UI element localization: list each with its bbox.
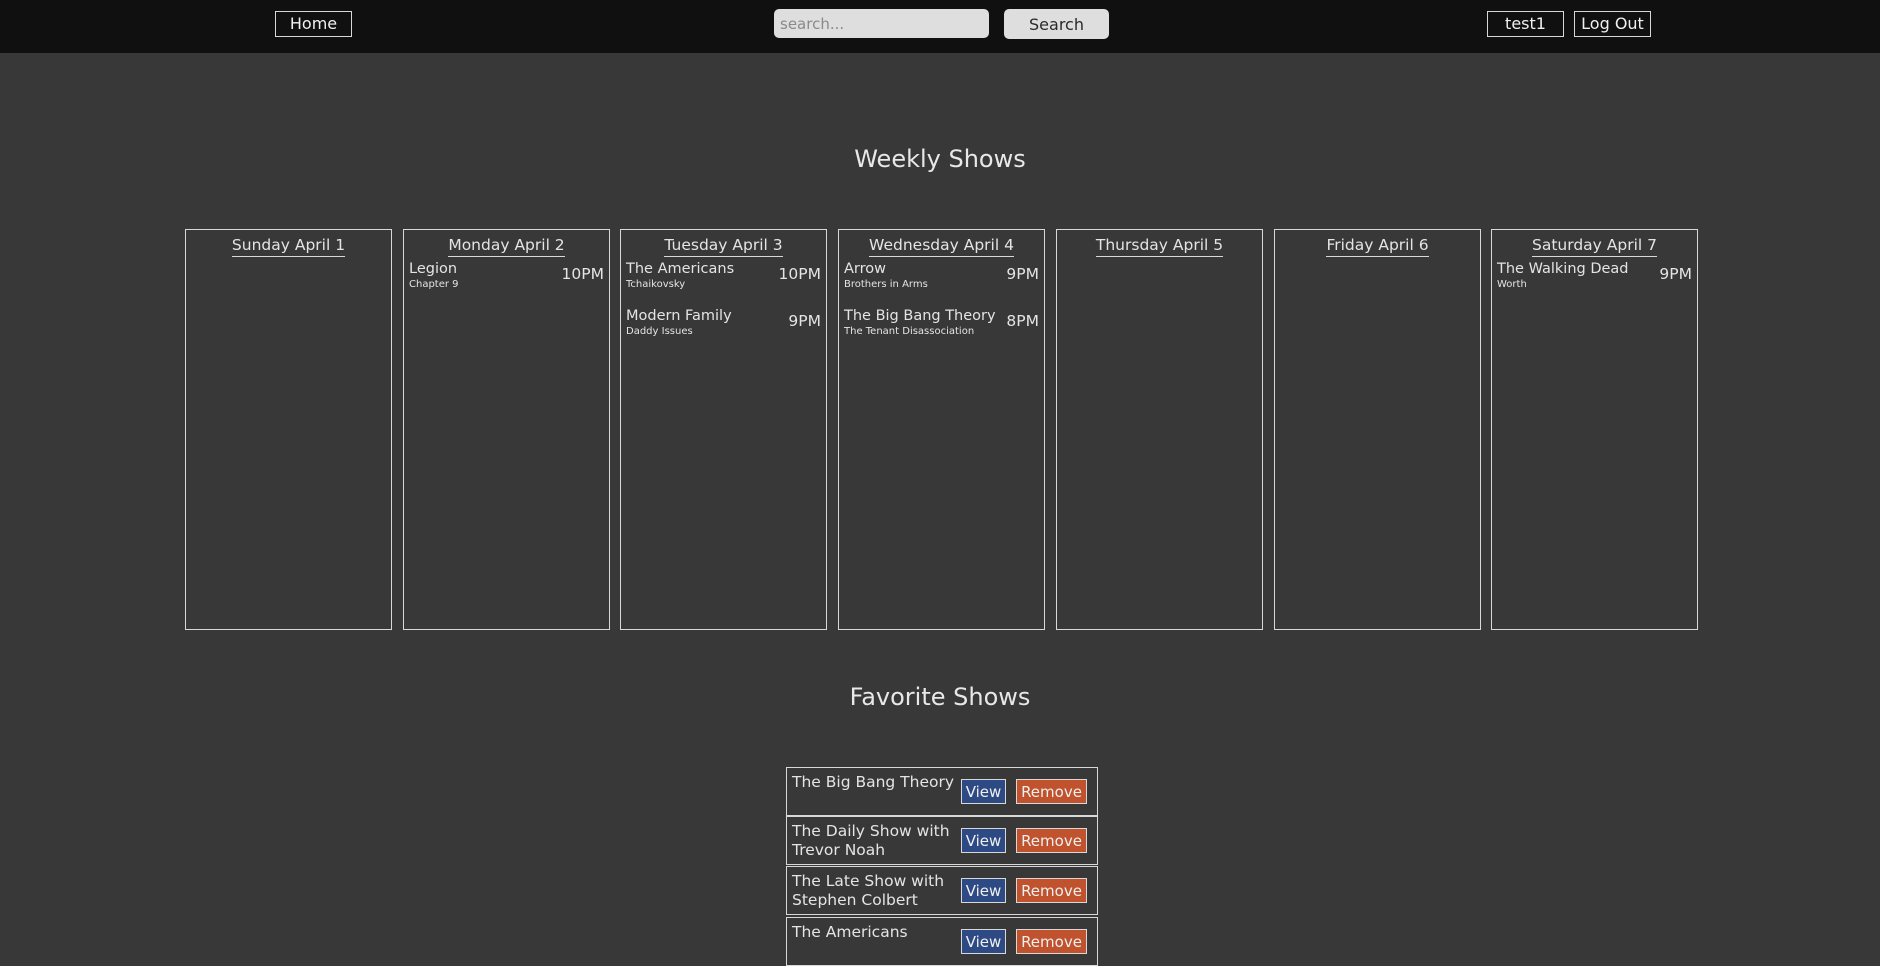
home-button[interactable]: Home	[275, 11, 352, 37]
day-label: Sunday April 1	[231, 236, 346, 257]
episode-title: The Tenant Disassociation	[844, 326, 975, 337]
user-button[interactable]: test1	[1487, 11, 1564, 37]
air-time: 9PM	[1006, 265, 1039, 283]
day-label: Monday April 2	[448, 236, 565, 257]
day-header: Friday April 6	[1275, 235, 1480, 261]
favorite-shows-title: Favorite Shows	[849, 683, 1031, 711]
day-label: Tuesday April 3	[664, 236, 783, 257]
day-header: Sunday April 1	[186, 235, 391, 261]
air-time: 10PM	[778, 265, 821, 283]
day-column: Saturday April 7 The Walking Dead Worth 9PM	[1491, 229, 1698, 630]
remove-button[interactable]: Remove	[1016, 779, 1087, 804]
episode-item[interactable]: The Americans Tchaikovsky 10PM	[626, 261, 821, 308]
day-header: Tuesday April 3	[621, 235, 826, 261]
episode-item[interactable]: Modern Family Daddy Issues 9PM	[626, 308, 821, 355]
navbar: Home Search test1 Log Out	[0, 0, 1880, 53]
day-label: Friday April 6	[1326, 236, 1429, 257]
day-column: Friday April 6	[1274, 229, 1481, 630]
favorite-item: The Big Bang Theory View Remove	[786, 767, 1098, 816]
air-time: 9PM	[1659, 265, 1692, 283]
favorite-show-name: The Americans	[792, 923, 908, 941]
favorite-show-name: The Big Bang Theory	[792, 773, 955, 791]
day-label: Thursday April 5	[1095, 236, 1224, 257]
weekly-calendar: Sunday April 1 Monday April 2 Legion Chapte…	[185, 229, 1698, 630]
show-title: The Americans	[626, 261, 735, 277]
day-label: Saturday April 7	[1532, 236, 1657, 257]
episode-title: Worth	[1497, 279, 1527, 290]
episode-title: Chapter 9	[409, 279, 459, 290]
day-column: Monday April 2 Legion Chapter 9 10PM	[403, 229, 610, 630]
logout-button[interactable]: Log Out	[1574, 11, 1651, 37]
view-button[interactable]: View	[961, 878, 1006, 903]
favorite-show-name: The Daily Show with Trevor Noah	[792, 822, 950, 859]
favorite-item: The Late Show with Stephen Colbert View Re…	[786, 866, 1098, 915]
show-title: The Big Bang Theory	[844, 308, 996, 324]
weekly-shows-title: Weekly Shows	[854, 145, 1026, 173]
episode-item[interactable]: Legion Chapter 9 10PM	[409, 261, 604, 308]
remove-button[interactable]: Remove	[1016, 878, 1087, 903]
day-header: Saturday April 7	[1492, 235, 1697, 261]
view-button[interactable]: View	[961, 828, 1006, 853]
show-title: Modern Family	[626, 308, 732, 324]
episode-item[interactable]: Arrow Brothers in Arms 9PM	[844, 261, 1039, 308]
show-title: The Walking Dead	[1497, 261, 1629, 277]
day-header: Monday April 2	[404, 235, 609, 261]
show-title: Arrow	[844, 261, 886, 277]
episode-title: Daddy Issues	[626, 326, 693, 337]
favorite-item: The Daily Show with Trevor Noah View Remov…	[786, 816, 1098, 865]
remove-button[interactable]: Remove	[1016, 828, 1087, 853]
remove-button[interactable]: Remove	[1016, 929, 1087, 954]
day-header: Wednesday April 4	[839, 235, 1044, 261]
day-header: Thursday April 5	[1057, 235, 1262, 261]
air-time: 8PM	[1006, 312, 1039, 330]
show-title: Legion	[409, 261, 458, 277]
favorite-show-name: The Late Show with Stephen Colbert	[792, 872, 945, 909]
day-column: Tuesday April 3 The Americans Tchaikovsky 1…	[620, 229, 827, 630]
view-button[interactable]: View	[961, 929, 1006, 954]
day-column: Sunday April 1	[185, 229, 392, 630]
air-time: 9PM	[788, 312, 821, 330]
day-label: Wednesday April 4	[869, 236, 1014, 257]
episode-title: Tchaikovsky	[626, 279, 686, 290]
day-column: Thursday April 5	[1056, 229, 1263, 630]
air-time: 10PM	[561, 265, 604, 283]
episode-title: Brothers in Arms	[844, 279, 928, 290]
day-column: Wednesday April 4 Arrow Brothers in Arms 9P…	[838, 229, 1045, 630]
episode-item[interactable]: The Walking Dead Worth 9PM	[1497, 261, 1692, 308]
episode-item[interactable]: The Big Bang Theory The Tenant Disassocia…	[844, 308, 1039, 355]
view-button[interactable]: View	[961, 779, 1006, 804]
favorite-item: The Americans View Remove	[786, 917, 1098, 966]
search-input[interactable]	[774, 9, 989, 38]
search-button[interactable]: Search	[1004, 9, 1109, 39]
